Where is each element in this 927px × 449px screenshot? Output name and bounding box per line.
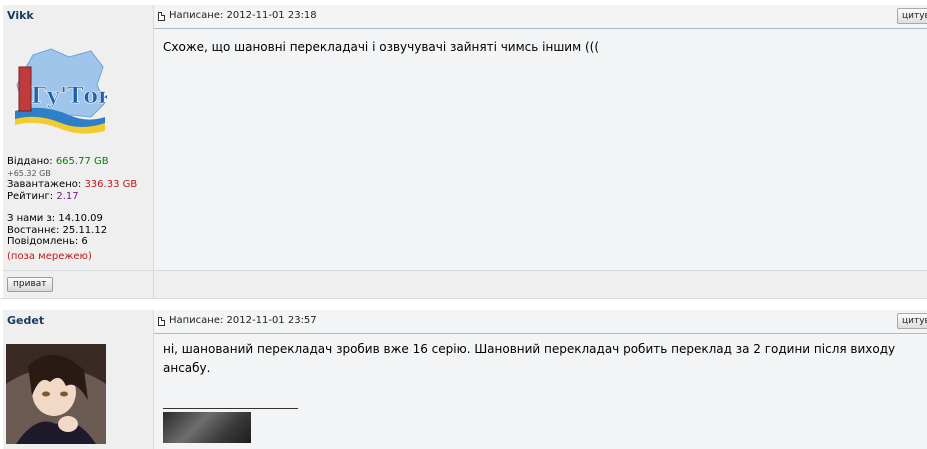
- post-icon[interactable]: [158, 12, 165, 21]
- given-value: 665.77 GB: [55, 156, 109, 167]
- given-label: Віддано:: [7, 156, 53, 167]
- last-visit: Востаннє: 25.11.12: [7, 224, 108, 236]
- username[interactable]: Vikk: [7, 9, 34, 22]
- quote-button[interactable]: цитув: [897, 8, 927, 24]
- post-header: Написане: 2012-11-01 23:57 цитув: [154, 310, 927, 334]
- username[interactable]: Gedet: [7, 314, 44, 327]
- post-body: Написане: 2012-11-01 23:57 цитув ні, шан…: [154, 310, 927, 449]
- pm-button[interactable]: приват: [7, 277, 53, 292]
- signature-divider: [163, 408, 298, 409]
- post-date: Написане: 2012-11-01 23:18: [169, 10, 317, 21]
- given-row: Віддано: 665.77 GB: [7, 156, 137, 168]
- post-message-line: ні, шанований перекладач зробив вже 16 с…: [163, 342, 896, 356]
- rating-label: Рейтинг:: [7, 190, 54, 202]
- user-panel: Vikk Гу'Ток Віддано: 665.77 GB +65.32 GB…: [3, 5, 154, 270]
- post-body: Написане: 2012-11-01 23:18 цитув Схоже, …: [154, 5, 927, 270]
- joined-date: З нами з: 14.10.09: [7, 213, 103, 224]
- post-actions: приват: [3, 270, 927, 299]
- quote-button[interactable]: цитув: [897, 313, 927, 329]
- rating-row: Рейтинг: 2.17: [7, 191, 137, 203]
- avatar-logo-text: Гу'Ток: [31, 83, 107, 109]
- user-panel: Gedet: [3, 310, 154, 449]
- post-vikk: Vikk Гу'Ток Віддано: 665.77 GB +65.32 GB…: [0, 5, 927, 270]
- downloaded-label: Завантажено:: [7, 179, 82, 190]
- post-message-line: ансабу.: [163, 361, 211, 375]
- online-status: (поза мережею): [7, 250, 92, 262]
- post-message: Схоже, що шановні перекладачі і озвучува…: [163, 40, 600, 54]
- user-stats: Віддано: 665.77 GB +65.32 GB Завантажено…: [7, 156, 137, 262]
- post-message: ні, шанований перекладач зробив вже 16 с…: [163, 340, 895, 378]
- divider: [153, 271, 154, 299]
- post-icon[interactable]: [158, 317, 165, 326]
- post-header: Написане: 2012-11-01 23:18 цитув: [154, 5, 927, 29]
- avatar: [6, 344, 106, 444]
- signature-image: [163, 412, 251, 443]
- downloaded-row: Завантажено: 336.33 GB: [7, 179, 137, 191]
- message-count: Повідомлень: 6: [7, 236, 88, 247]
- rating-value: 2.17: [56, 190, 79, 202]
- post-gedet: Gedet Написане: 2012-11-01 23:57 цитув н…: [0, 310, 927, 449]
- avatar: Гу'Ток: [15, 48, 107, 134]
- downloaded-value: 336.33 GB: [84, 179, 138, 190]
- given-delta: +65.32 GB: [7, 168, 51, 178]
- post-date: Написане: 2012-11-01 23:57: [169, 315, 317, 326]
